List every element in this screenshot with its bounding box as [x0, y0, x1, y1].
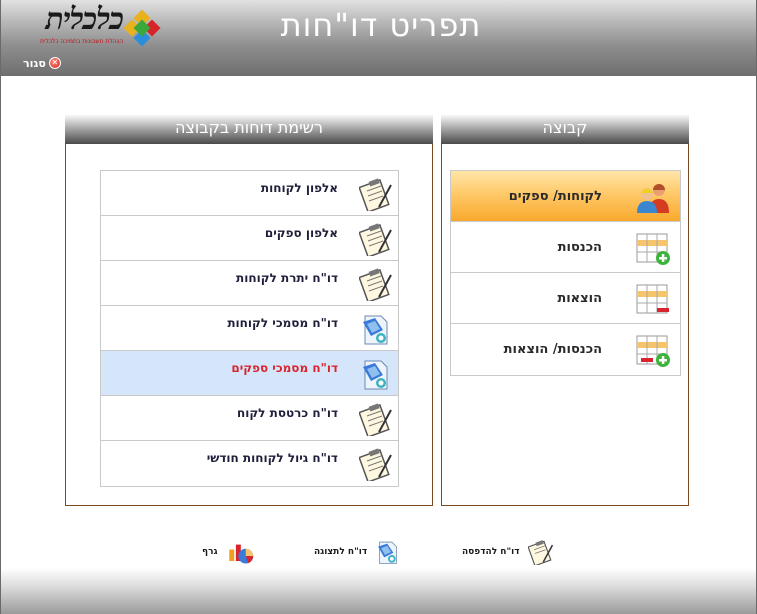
income-table-icon — [636, 233, 670, 265]
logo-text: כלכלית — [45, 2, 124, 37]
group-item-expenses[interactable]: הוצאות — [451, 273, 680, 324]
document-view-icon — [378, 541, 397, 564]
logo-subtitle: הנהלת חשבונות בתמיכה כלכלית — [40, 38, 123, 45]
document-view-icon — [363, 315, 388, 345]
page-title: תפריט דו"חות — [280, 6, 482, 44]
report-item-supplier-documents[interactable]: דו"ח מסמכי ספקים — [101, 351, 398, 396]
clipboard-icon — [359, 223, 392, 256]
print-report-button[interactable]: דו"ח להדפסה — [462, 538, 554, 566]
view-report-label: דו"ח לתצוגה — [314, 547, 368, 557]
group-item-label: לקוחות/ ספקים — [508, 189, 602, 204]
group-item-label: הכנסות/ הוצאות — [503, 342, 602, 357]
reports-panel-title: רשימת דוחות בקבוצה — [65, 114, 433, 144]
group-item-customers-suppliers[interactable]: לקוחות/ ספקים — [451, 171, 680, 222]
logo-diamond-icon — [123, 10, 161, 47]
report-item-label: דו"ח יתרת לקוחות — [236, 271, 338, 285]
group-item-label: הוצאות — [557, 291, 602, 306]
close-button[interactable]: סגור ✕ — [23, 56, 61, 70]
report-item-label: דו"ח מסמכי לקוחות — [227, 316, 338, 330]
report-item-label: אלפון לקוחות — [260, 181, 338, 195]
report-item-customer-balance[interactable]: דו"ח יתרת לקוחות — [101, 261, 398, 306]
view-report-button[interactable]: דו"ח לתצוגה — [314, 538, 401, 566]
report-item-label: דו"ח מסמכי ספקים — [231, 361, 338, 375]
group-item-income-expenses[interactable]: הכנסות/ הוצאות — [451, 324, 680, 375]
chart-icon — [228, 544, 253, 564]
report-item-customer-documents[interactable]: דו"ח מסמכי לקוחות — [101, 306, 398, 351]
clipboard-icon — [359, 448, 392, 481]
report-list: אלפון לקוחות אלפון ספקים דו"ח יתרת לקוחו… — [100, 170, 399, 487]
reports-panel: רשימת דוחות בקבוצה אלפון לקוחות אלפון ספ… — [65, 114, 433, 506]
close-label: סגור — [23, 56, 46, 70]
groups-panel: קבוצה לקוחות/ ספקים הכנסות הוצאות הכנסות… — [441, 114, 689, 506]
report-item-label: דו"ח כרטסת לקוח — [236, 406, 338, 420]
expenses-table-icon — [636, 284, 669, 314]
report-item-label: אלפון ספקים — [264, 226, 338, 240]
clipboard-icon — [359, 178, 392, 211]
groups-panel-title: קבוצה — [441, 114, 689, 144]
document-view-icon — [363, 360, 388, 390]
print-report-label: דו"ח להדפסה — [462, 547, 520, 557]
graph-label: גרף — [202, 547, 218, 557]
income-expenses-table-icon — [636, 335, 670, 367]
report-item-customer-directory[interactable]: אלפון לקוחות — [101, 171, 398, 216]
clipboard-icon — [359, 403, 392, 436]
group-item-label: הכנסות — [557, 240, 602, 255]
header-bar: כלכלית הנהלת חשבונות בתמיכה כלכלית תפריט… — [1, 0, 756, 76]
group-list: לקוחות/ ספקים הכנסות הוצאות הכנסות/ הוצא… — [450, 170, 681, 376]
report-item-supplier-directory[interactable]: אלפון ספקים — [101, 216, 398, 261]
report-item-monthly-aging[interactable]: דו"ח גיול לקוחות חודשי — [101, 441, 398, 486]
close-icon: ✕ — [48, 57, 61, 69]
clipboard-icon — [527, 540, 553, 565]
customers-suppliers-icon — [637, 184, 669, 213]
bottom-shade — [1, 568, 756, 614]
graph-button[interactable]: גרף — [202, 538, 254, 566]
group-item-income[interactable]: הכנסות — [451, 222, 680, 273]
report-item-label: דו"ח גיול לקוחות חודשי — [206, 451, 338, 465]
app-logo: כלכלית הנהלת חשבונות בתמיכה כלכלית — [5, 2, 161, 52]
report-item-customer-ledger[interactable]: דו"ח כרטסת לקוח — [101, 396, 398, 441]
clipboard-icon — [359, 268, 392, 301]
